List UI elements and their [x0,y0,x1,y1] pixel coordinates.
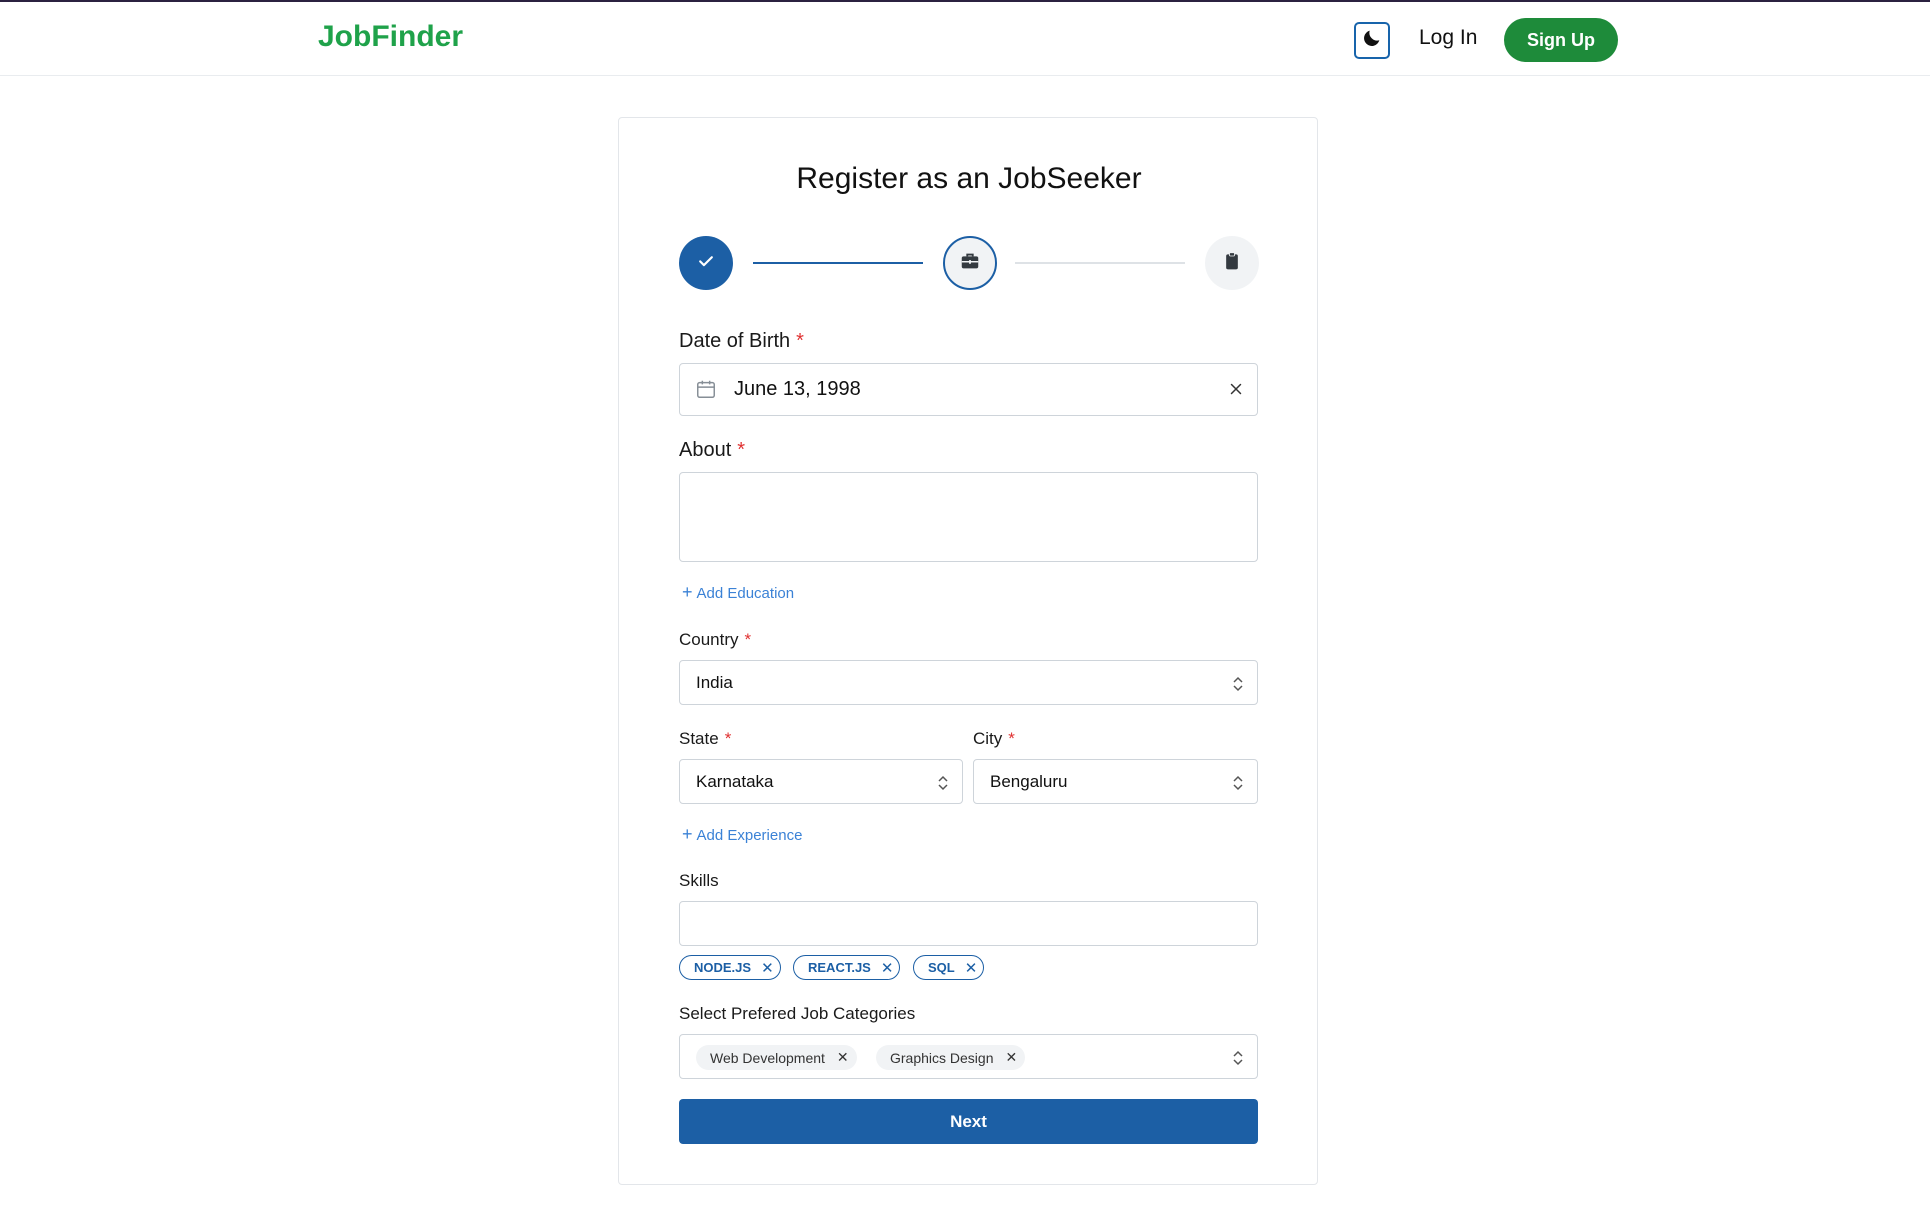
skills-label: Skills [679,871,719,890]
registration-card: Register as an JobSeeker Date of Birth * … [618,117,1318,1185]
step-connector-2 [1015,262,1185,264]
city-label: City * [973,729,1015,748]
page-title: Register as an JobSeeker [796,162,1142,195]
state-select[interactable]: Karnataka [679,759,963,804]
calendar-icon [695,378,717,405]
state-label: State * [679,729,732,748]
step-2-active [943,236,997,290]
step-connector-1 [753,262,923,264]
briefcase-icon [959,250,981,277]
check-icon [696,251,716,276]
plus-icon: + [682,582,693,602]
clipboard-icon [1222,251,1242,276]
plus-icon: + [682,824,693,844]
clear-date-icon[interactable] [1227,380,1245,403]
next-button[interactable]: Next [679,1099,1258,1144]
city-select[interactable]: Bengaluru [973,759,1258,804]
about-label: About * [679,439,746,461]
dob-value: June 13, 1998 [734,378,861,400]
about-textarea[interactable] [679,472,1258,562]
skills-input[interactable] [679,901,1258,946]
dob-label: Date of Birth * [679,330,804,352]
chevron-updown-icon [1231,1049,1245,1072]
job-categories-label: Select Prefered Job Categories [679,1004,916,1023]
login-link[interactable]: Log In [1419,26,1477,50]
add-education-link[interactable]: + Add Education [682,582,794,603]
theme-toggle-button[interactable] [1354,22,1390,59]
country-label: Country * [679,630,752,649]
skill-tag: NODE.JS ✕ [679,955,781,980]
category-pill: Web Development ✕ [696,1045,857,1070]
job-categories-multiselect[interactable]: Web Development ✕ Graphics Design ✕ [679,1034,1258,1079]
logo[interactable]: JobFinder [318,20,463,54]
step-1-completed [679,236,733,290]
dob-field[interactable]: June 13, 1998 [679,363,1258,416]
chevron-updown-icon [936,774,950,797]
moon-icon [1361,27,1383,54]
remove-tag-icon[interactable]: ✕ [881,959,894,977]
top-nav: JobFinder Log In Sign Up [0,2,1930,76]
category-pill: Graphics Design ✕ [876,1045,1026,1070]
add-experience-link[interactable]: + Add Experience [682,824,802,845]
skill-tag: SQL ✕ [913,955,985,980]
country-select[interactable]: India [679,660,1258,705]
signup-button[interactable]: Sign Up [1504,18,1618,62]
remove-tag-icon[interactable]: ✕ [761,959,774,977]
remove-category-icon[interactable]: ✕ [837,1049,849,1066]
remove-tag-icon[interactable]: ✕ [965,959,978,977]
remove-category-icon[interactable]: ✕ [1006,1049,1018,1066]
step-3-pending [1205,236,1259,290]
chevron-updown-icon [1231,675,1245,698]
chevron-updown-icon [1231,774,1245,797]
skill-tag: REACT.JS ✕ [793,955,901,980]
